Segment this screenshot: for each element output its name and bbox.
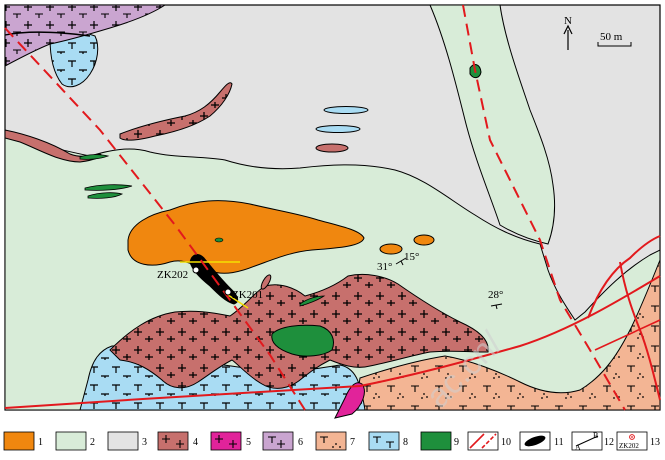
attitude-label: 15° xyxy=(404,251,419,263)
legend-swatch-2 xyxy=(55,431,87,451)
legend-num: 10 xyxy=(501,437,511,448)
legend-symbol-label: B xyxy=(593,431,598,440)
drillhole-marker xyxy=(224,288,232,296)
north-label: N xyxy=(564,15,572,27)
legend-num: 5 xyxy=(246,437,251,448)
unit-8-lens xyxy=(315,125,361,133)
unit-8-lens xyxy=(323,106,369,114)
scale-label: 50 m xyxy=(600,31,623,43)
legend-swatch-8 xyxy=(368,431,400,451)
legend-num: 11 xyxy=(554,437,564,448)
drillhole-label: ZK202 xyxy=(157,269,188,281)
legend-swatch-5 xyxy=(210,431,242,451)
legend-num: 12 xyxy=(604,437,614,448)
legend-num: 1 xyxy=(38,437,43,448)
legend-num: 8 xyxy=(403,437,408,448)
legend-swatch-4 xyxy=(157,431,189,451)
drillhole-label: ZK201 xyxy=(232,289,263,301)
legend-symbol-label: A xyxy=(575,443,581,452)
legend-num: 4 xyxy=(193,437,198,448)
unit-9-lens xyxy=(214,237,224,243)
geological-map: ZK202 ZK201 31° 15° 28° N 50 m ac.cn/ 1 … xyxy=(3,4,661,452)
unit-1-lens xyxy=(413,234,435,246)
attitude-label: 28° xyxy=(488,289,503,301)
legend-swatch-7 xyxy=(315,431,347,451)
unit-4-lens xyxy=(315,143,349,153)
legend-symbol-label: ZK202 xyxy=(619,442,639,450)
legend-num: 6 xyxy=(298,437,303,448)
legend-num: 2 xyxy=(90,437,95,448)
legend-num: 9 xyxy=(454,437,459,448)
legend: 1 2 3 4 5 6 7 8 9 10 11 A B 12 ZK202 13 xyxy=(3,431,660,452)
drillhole-marker xyxy=(192,266,200,274)
unit-1-lens xyxy=(379,243,403,255)
legend-num: 3 xyxy=(142,437,147,448)
legend-swatch-1 xyxy=(3,431,35,451)
attitude-label: 31° xyxy=(377,261,392,273)
legend-swatch-3 xyxy=(107,431,139,451)
legend-swatch-6 xyxy=(262,431,294,451)
legend-num: 7 xyxy=(350,437,355,448)
legend-num: 13 xyxy=(650,437,660,448)
legend-swatch-9 xyxy=(420,431,452,451)
